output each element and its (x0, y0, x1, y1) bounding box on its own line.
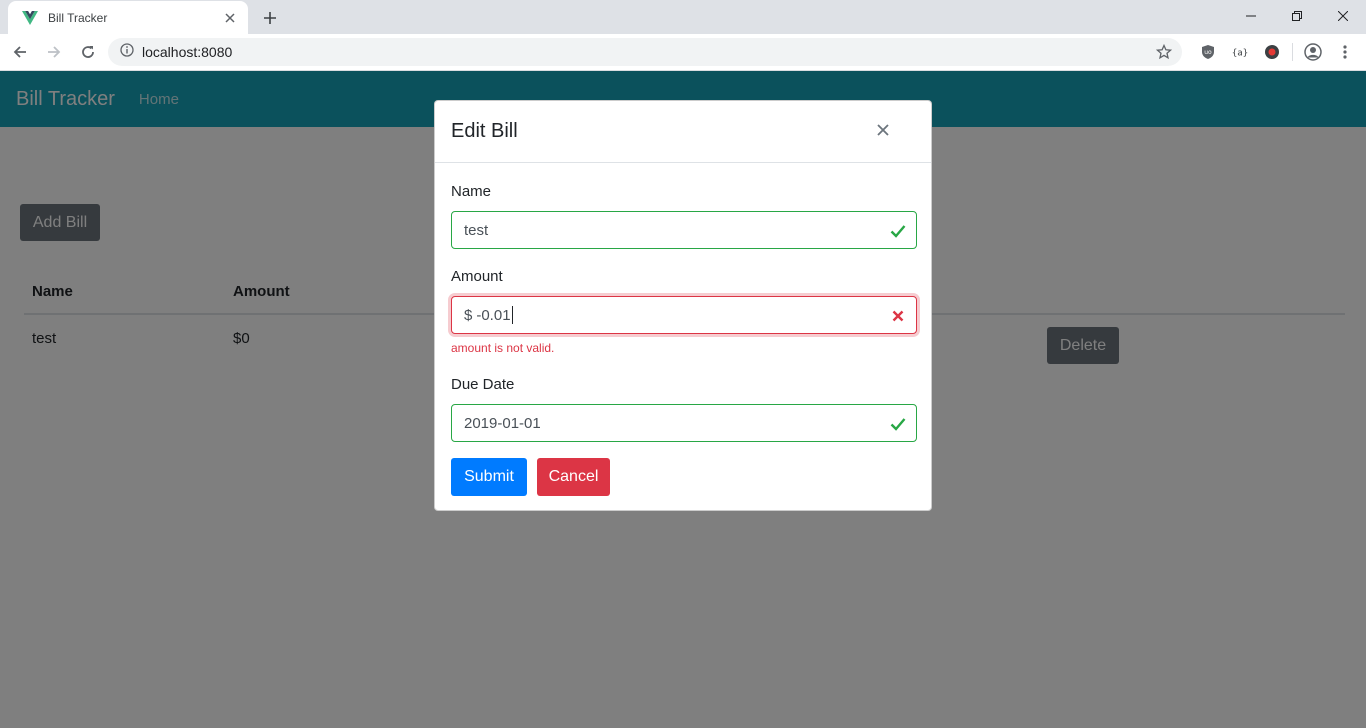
close-icon[interactable] (875, 122, 891, 138)
edit-bill-modal: Edit Bill Name test Amount $ -0.01 amoun… (434, 100, 932, 511)
currency-prefix: $ (464, 306, 473, 324)
name-input[interactable]: test (451, 211, 917, 249)
browser-tabstrip: Bill Tracker (0, 0, 1366, 34)
restore-icon[interactable] (1274, 0, 1320, 32)
close-window-icon[interactable] (1320, 0, 1366, 32)
svg-text:{a}: {a} (1232, 49, 1248, 59)
submit-button[interactable]: Submit (451, 458, 527, 496)
browser-tab[interactable]: Bill Tracker (8, 1, 248, 34)
valid-check-icon (890, 416, 906, 432)
amount-label: Amount (451, 268, 503, 285)
due-date-label: Due Date (451, 376, 515, 393)
new-tab-icon[interactable] (258, 6, 282, 30)
extension-icon[interactable] (1256, 38, 1288, 66)
back-icon[interactable] (6, 38, 34, 66)
app-viewport: Bill Tracker Home Add Bill Name Amount t… (0, 71, 1366, 728)
due-date-input-value: 2019-01-01 (464, 414, 541, 432)
cancel-button[interactable]: Cancel (537, 458, 610, 496)
tab-close-icon[interactable] (222, 10, 238, 26)
menu-icon[interactable] (1329, 38, 1361, 66)
due-date-input[interactable]: 2019-01-01 (451, 404, 917, 442)
toolbar-divider (1292, 43, 1293, 61)
forward-icon[interactable] (40, 38, 68, 66)
modal-title: Edit Bill (451, 120, 518, 142)
window-controls (1228, 0, 1366, 32)
url-text: localhost:8080 (142, 44, 233, 60)
text-cursor (511, 306, 513, 324)
name-label: Name (451, 183, 492, 200)
invalid-x-icon (890, 308, 906, 324)
extension-icons: uo {a} (1192, 38, 1361, 66)
valid-check-icon (890, 223, 906, 239)
modal-header: Edit Bill (435, 101, 931, 163)
profile-icon[interactable] (1297, 38, 1329, 66)
json-formatter-icon[interactable]: {a} (1224, 38, 1256, 66)
address-bar[interactable]: localhost:8080 (108, 38, 1182, 66)
reload-icon[interactable] (74, 38, 102, 66)
amount-error-message: amount is not valid. (451, 341, 555, 355)
info-icon[interactable] (120, 42, 134, 62)
svg-text:uo: uo (1204, 49, 1212, 56)
amount-input-value: -0.01 (476, 306, 511, 324)
bookmark-star-icon[interactable] (1155, 43, 1173, 65)
name-input-value: test (464, 221, 489, 239)
vue-logo-icon (22, 10, 38, 26)
amount-input[interactable]: $ -0.01 (451, 296, 917, 334)
tab-title: Bill Tracker (48, 10, 108, 25)
ublock-icon[interactable]: uo (1192, 38, 1224, 66)
browser-toolbar: localhost:8080 uo {a} (0, 34, 1366, 71)
minimize-icon[interactable] (1228, 0, 1274, 32)
